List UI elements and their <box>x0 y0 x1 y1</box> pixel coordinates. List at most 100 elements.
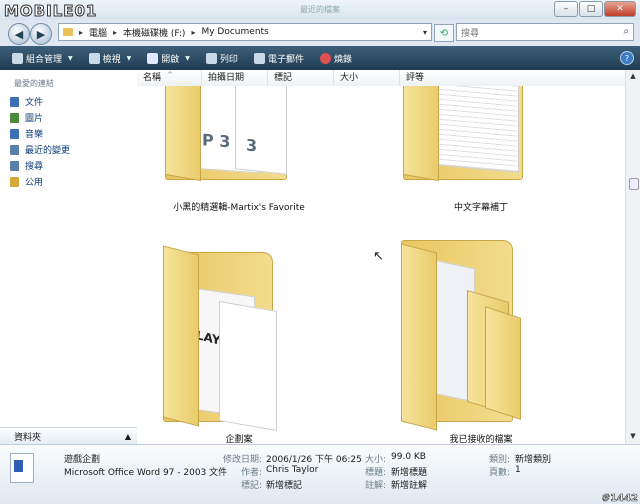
tags-value[interactable]: 新增標記 <box>266 478 302 491</box>
scroll-thumb[interactable] <box>629 178 639 190</box>
folder-label[interactable]: 中文字幕補丁 <box>381 200 581 213</box>
back-button[interactable]: ◀ <box>8 23 30 45</box>
pages-value: 1 <box>515 465 521 475</box>
comments-value[interactable]: 新增註解 <box>391 478 427 491</box>
music-icon <box>10 128 19 139</box>
burn-label: 燒錄 <box>333 54 352 65</box>
title-label: 標題: <box>364 468 386 478</box>
window-controls: – □ ✕ <box>554 1 636 17</box>
pictures-icon <box>10 112 19 123</box>
nav-item-searches[interactable]: 搜尋 <box>10 159 43 172</box>
forward-button[interactable]: ▶ <box>30 23 52 45</box>
breadcrumb-drive[interactable]: 本機磁碟機 (F:) <box>123 26 185 39</box>
category-value[interactable]: 新增類別 <box>515 452 551 465</box>
nav-item-recently-changed[interactable]: 最近的變更 <box>10 143 70 156</box>
documents-icon <box>10 96 19 107</box>
nav-item-documents[interactable]: 文件 <box>10 95 43 108</box>
chevron-up-icon: ▲ <box>124 432 131 441</box>
organize-button[interactable]: 組合管理 ▼ <box>6 48 79 68</box>
burn-button[interactable]: 燒錄 <box>314 48 358 68</box>
views-icon <box>88 52 100 64</box>
recently-changed-icon <box>10 144 19 155</box>
address-bar[interactable]: ▸ 電腦 ▸ 本機磁碟機 (F:) ▸ My Documents ▾ <box>58 23 432 41</box>
size-value: 99.0 KB <box>391 452 426 462</box>
print-icon <box>205 52 217 64</box>
column-rating-label: 評等 <box>406 73 425 83</box>
comments-label: 註解: <box>364 481 386 491</box>
folder-martix-favorite[interactable]: P 3 3 <box>165 86 305 182</box>
chevron-down-icon: ▼ <box>126 54 132 62</box>
help-button[interactable]: ? <box>620 51 634 65</box>
burn-icon <box>319 52 331 64</box>
minimize-button[interactable]: – <box>554 1 578 17</box>
folder-front <box>403 86 439 182</box>
public-folder-icon <box>10 176 19 187</box>
column-tags[interactable]: 標記 <box>268 70 334 86</box>
breadcrumb-computer[interactable]: 電腦 <box>89 26 107 39</box>
search-placeholder: 搜尋 <box>461 28 480 39</box>
views-label: 檢視 <box>102 54 121 65</box>
nav-item-music[interactable]: 音樂 <box>10 127 43 140</box>
scroll-down-icon[interactable]: ▼ <box>628 432 638 442</box>
watermark-tag: #1442 <box>601 493 638 504</box>
breadcrumb-folder[interactable]: My Documents <box>201 27 268 37</box>
title-value[interactable]: 新增標題 <box>391 465 427 478</box>
document-page-image <box>433 86 519 173</box>
organize-icon <box>12 52 23 64</box>
tags-label: 標記: <box>240 481 262 491</box>
title-bar: MOBILE01 最近的檔案 – □ ✕ <box>0 0 640 21</box>
open-button[interactable]: 開啟 ▼ <box>141 48 196 68</box>
close-button[interactable]: ✕ <box>604 1 636 17</box>
nav-item-pictures[interactable]: 圖片 <box>10 111 43 124</box>
details-pane: 遊戲企劃 Microsoft Office Word 97 - 2003 文件 … <box>0 444 640 504</box>
address-row: ◀ ▶ ▸ 電腦 ▸ 本機磁碟機 (F:) ▸ My Documents ▾ ⟲… <box>0 20 640 46</box>
scroll-up-icon[interactable]: ▲ <box>628 72 638 82</box>
search-input[interactable]: 搜尋 ⌕ <box>456 23 634 41</box>
folder-project-plan[interactable]: LAY <box>163 240 303 432</box>
print-button[interactable]: 列印 <box>200 48 244 68</box>
size-label: 大小: <box>364 455 386 465</box>
column-rating[interactable]: 評等 <box>400 70 625 86</box>
column-date-taken[interactable]: 拍攝日期 <box>202 70 268 86</box>
nav-item-label: 音樂 <box>25 130 44 140</box>
address-dropdown-icon[interactable]: ▾ <box>423 28 427 37</box>
column-date-taken-label: 拍攝日期 <box>208 73 245 83</box>
author-value[interactable]: Chris Taylor <box>266 465 318 475</box>
folder-label[interactable]: 小黑的精選輯-Martix's Favorite <box>139 200 339 213</box>
breadcrumb-separator-icon[interactable]: ▸ <box>113 28 117 37</box>
refresh-button[interactable]: ⟲ <box>434 24 454 42</box>
print-label: 列印 <box>219 54 238 65</box>
folder-chinese-subtitle[interactable] <box>403 86 543 182</box>
folder-label[interactable]: 企劃案 <box>139 432 339 444</box>
folder-front <box>165 86 201 182</box>
vertical-scrollbar[interactable]: ▲ ▼ <box>625 70 640 444</box>
nav-item-public[interactable]: 公用 <box>10 175 43 188</box>
searches-icon <box>10 160 19 171</box>
email-label: 電子郵件 <box>267 54 304 65</box>
category-label: 類別: <box>488 455 510 465</box>
search-icon[interactable]: ⌕ <box>623 26 629 37</box>
maximize-button[interactable]: □ <box>579 1 603 17</box>
file-list: P 3 3 小黑的精選輯-Martix's Favorite 中文字幕補丁 LA… <box>137 86 625 444</box>
sort-arrow-icon: ^ <box>167 71 173 79</box>
breadcrumb-separator-icon[interactable]: ▸ <box>79 28 83 37</box>
folders-toggle[interactable]: 資料夾 ▲ <box>0 427 137 445</box>
modified-label: 修改日期: <box>222 455 262 465</box>
column-name-label: 名稱 <box>143 73 162 83</box>
email-icon <box>253 52 265 64</box>
views-button[interactable]: 檢視 ▼ <box>83 48 138 68</box>
folder-received-files[interactable] <box>401 240 541 431</box>
nav-item-label: 搜尋 <box>25 162 44 172</box>
column-header: ^ 名稱 拍攝日期 標記 大小 評等 <box>137 70 625 87</box>
modified-value[interactable]: 2006/1/26 下午 06:25 <box>266 452 362 465</box>
folder-label[interactable]: 我已接收的檔案 <box>381 432 581 444</box>
chevron-down-icon: ▼ <box>185 54 190 62</box>
chevron-down-icon: ▼ <box>68 54 73 62</box>
command-toolbar: 組合管理 ▼ 檢視 ▼ 開啟 ▼ 列印 電子郵件 燒錄 ? <box>0 46 640 70</box>
column-size-label: 大小 <box>340 73 359 83</box>
column-size[interactable]: 大小 <box>334 70 400 86</box>
email-button[interactable]: 電子郵件 <box>248 48 310 68</box>
nav-item-label: 文件 <box>25 98 44 108</box>
breadcrumb-separator-icon[interactable]: ▸ <box>191 28 195 37</box>
column-name[interactable]: ^ 名稱 <box>137 70 202 86</box>
